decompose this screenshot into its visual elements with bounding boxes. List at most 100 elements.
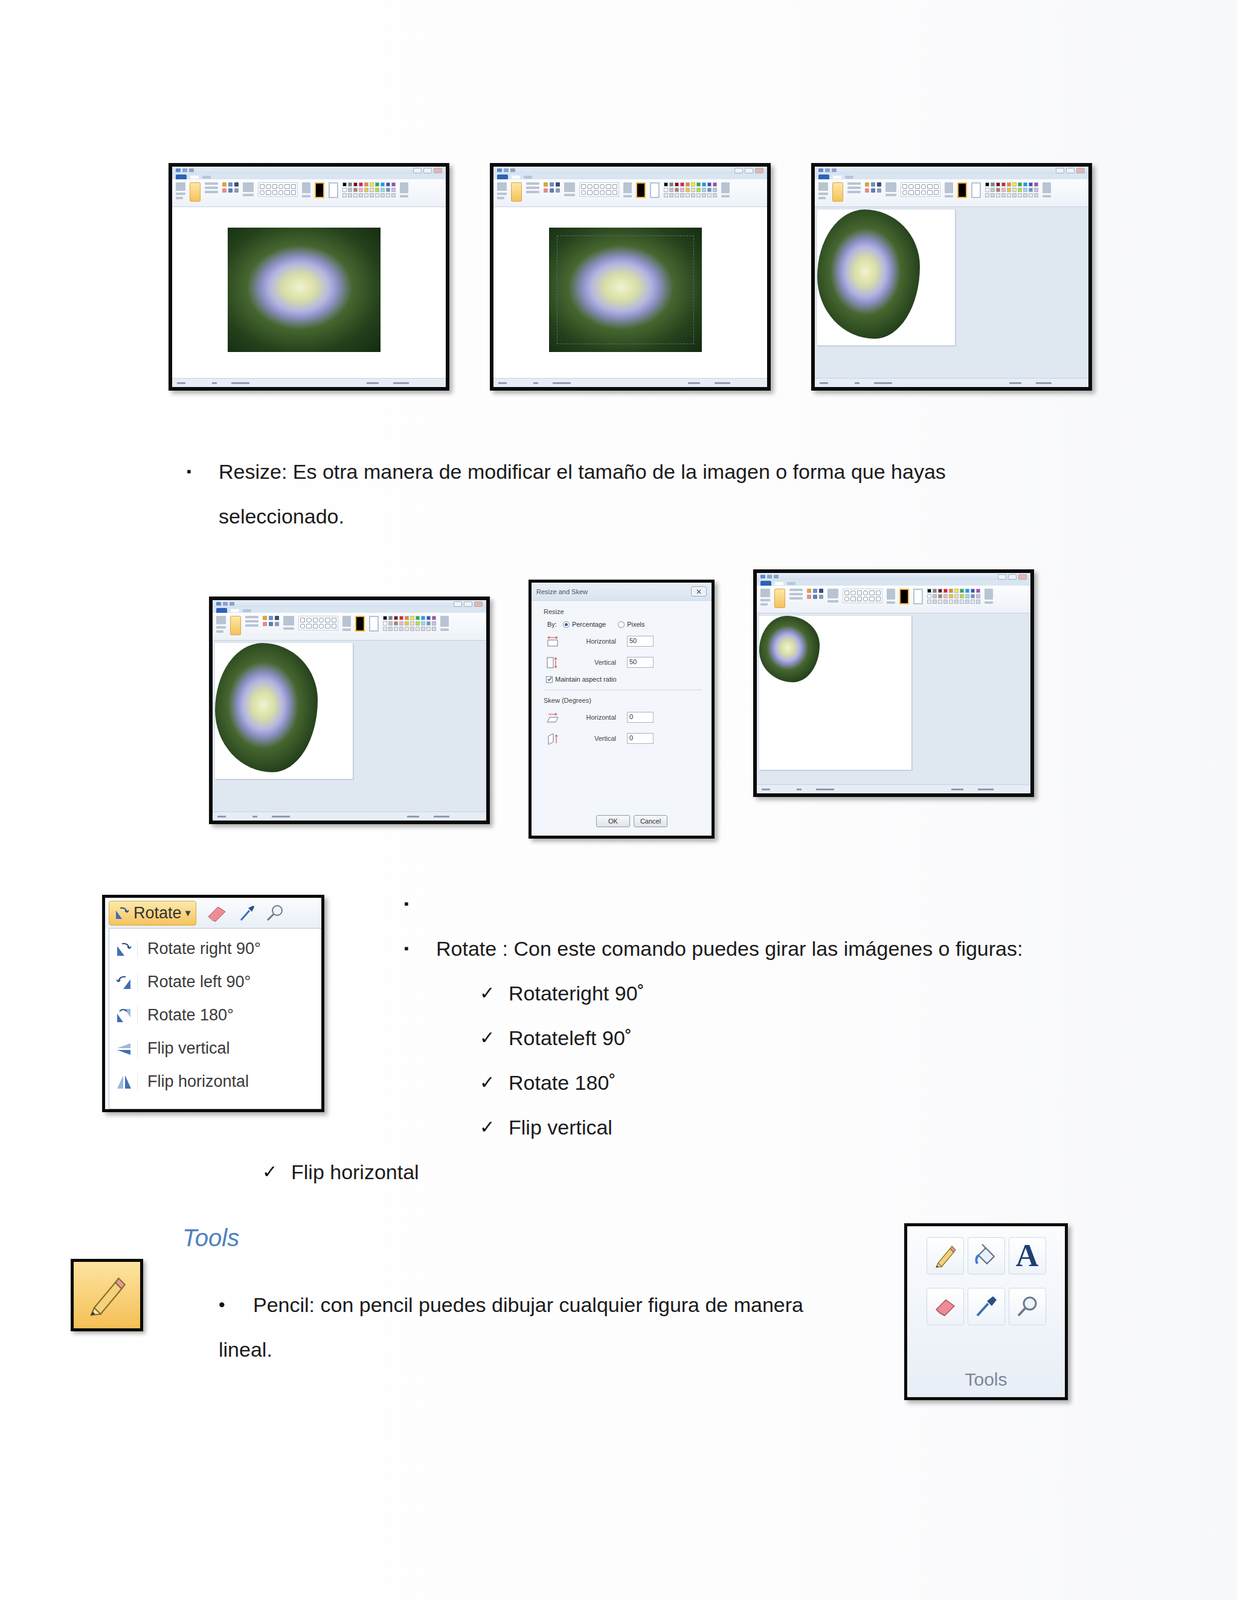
color-swatch[interactable] <box>674 187 679 193</box>
menu-item[interactable]: Flip vertical <box>109 1032 322 1066</box>
color-swatch[interactable] <box>382 621 388 626</box>
color-swatch[interactable] <box>959 594 964 599</box>
color-swatch[interactable] <box>393 616 399 621</box>
color-swatch[interactable] <box>985 187 990 193</box>
file-tab[interactable] <box>175 174 187 180</box>
color-swatch[interactable] <box>938 594 943 599</box>
shapes-gallery[interactable] <box>579 182 620 197</box>
color-swatch[interactable] <box>943 588 948 594</box>
redo-icon[interactable] <box>831 168 837 173</box>
rotate-button[interactable]: Rotate▾ <box>108 901 197 926</box>
color-swatch[interactable] <box>674 182 679 187</box>
color-swatch[interactable] <box>385 193 391 198</box>
color-1[interactable] <box>314 182 325 199</box>
color-swatch[interactable] <box>1001 182 1006 187</box>
color-2[interactable] <box>328 182 339 199</box>
field-input[interactable]: 0 <box>626 733 654 745</box>
color-swatch[interactable] <box>976 588 981 594</box>
undo-icon[interactable] <box>182 168 188 173</box>
color-swatch[interactable] <box>353 182 358 187</box>
color-swatch[interactable] <box>701 193 707 198</box>
color-swatch[interactable] <box>385 182 391 187</box>
radio-dot[interactable] <box>562 621 570 629</box>
minimize-button[interactable] <box>413 167 422 174</box>
undo-icon[interactable] <box>503 168 509 173</box>
color-swatch[interactable] <box>970 594 975 599</box>
color-swatch[interactable] <box>342 193 347 198</box>
color-swatch[interactable] <box>976 594 981 599</box>
color-swatch[interactable] <box>364 193 369 198</box>
maximize-button[interactable] <box>744 167 754 174</box>
color-swatch[interactable] <box>420 616 426 621</box>
minimize-button[interactable] <box>453 601 463 608</box>
color-swatch[interactable] <box>707 187 712 193</box>
color-swatch[interactable] <box>385 187 391 193</box>
color-swatch[interactable] <box>970 588 975 594</box>
file-tab[interactable] <box>818 174 830 180</box>
color-swatch[interactable] <box>943 599 948 605</box>
select-tool[interactable] <box>510 182 522 202</box>
view-tab[interactable] <box>523 175 533 179</box>
home-tab[interactable] <box>230 609 240 613</box>
color-swatch[interactable] <box>680 193 685 198</box>
save-icon[interactable] <box>216 602 222 606</box>
color-swatch[interactable] <box>701 187 707 193</box>
color-swatch[interactable] <box>380 193 385 198</box>
color-swatch[interactable] <box>669 187 674 193</box>
color-swatch[interactable] <box>932 599 937 605</box>
color-swatch[interactable] <box>404 616 409 621</box>
dialog-button[interactable]: Cancel <box>633 815 668 828</box>
color-swatch[interactable] <box>364 182 369 187</box>
color-2[interactable] <box>649 182 660 199</box>
select-tool[interactable] <box>774 588 786 609</box>
color-swatch[interactable] <box>690 182 696 187</box>
color-swatch[interactable] <box>990 193 995 198</box>
color-1[interactable] <box>957 182 968 199</box>
color-swatch[interactable] <box>1006 187 1012 193</box>
color-1[interactable] <box>636 182 646 199</box>
color-swatch[interactable] <box>954 594 959 599</box>
canvas[interactable] <box>759 616 912 771</box>
color-swatch[interactable] <box>996 193 1001 198</box>
color-swatch[interactable] <box>954 599 959 605</box>
color-swatch[interactable] <box>690 187 696 193</box>
color-2[interactable] <box>369 616 379 632</box>
color-swatch[interactable] <box>1006 193 1012 198</box>
shapes-gallery[interactable] <box>298 616 339 631</box>
color-swatch[interactable] <box>990 187 995 193</box>
color-swatch[interactable] <box>965 599 970 605</box>
minimize-button[interactable] <box>1055 167 1065 174</box>
color-swatch[interactable] <box>1034 193 1039 198</box>
canvas[interactable] <box>817 209 955 346</box>
color-swatch[interactable] <box>399 621 404 626</box>
color-swatch[interactable] <box>696 193 701 198</box>
color-swatch[interactable] <box>970 599 975 605</box>
color-swatch[interactable] <box>680 182 685 187</box>
color-2[interactable] <box>971 182 981 199</box>
color-swatch[interactable] <box>1028 193 1033 198</box>
field-input[interactable]: 50 <box>626 657 654 669</box>
color-swatch[interactable] <box>431 616 437 621</box>
color-1[interactable] <box>899 588 910 605</box>
color-swatch[interactable] <box>364 187 369 193</box>
color-swatch[interactable] <box>690 193 696 198</box>
color-swatch[interactable] <box>382 626 388 632</box>
close-button[interactable] <box>1076 167 1085 174</box>
view-tab[interactable] <box>202 175 211 179</box>
color-swatch[interactable] <box>1017 182 1022 187</box>
color-swatch[interactable] <box>707 193 712 198</box>
minimize-button[interactable] <box>734 167 743 174</box>
shapes-gallery[interactable] <box>257 182 298 197</box>
color-swatch[interactable] <box>707 182 712 187</box>
undo-icon[interactable] <box>825 168 830 173</box>
color-swatch[interactable] <box>426 616 431 621</box>
color-swatch[interactable] <box>410 621 415 626</box>
color-swatch[interactable] <box>358 182 364 187</box>
color-swatch[interactable] <box>965 588 970 594</box>
color-picker-tool[interactable] <box>967 1288 1006 1326</box>
menu-item[interactable]: Rotate 180° <box>109 999 322 1033</box>
color-swatch[interactable] <box>1028 182 1033 187</box>
color-swatch[interactable] <box>1017 193 1022 198</box>
color-swatch[interactable] <box>382 616 388 621</box>
color-swatch[interactable] <box>410 616 415 621</box>
